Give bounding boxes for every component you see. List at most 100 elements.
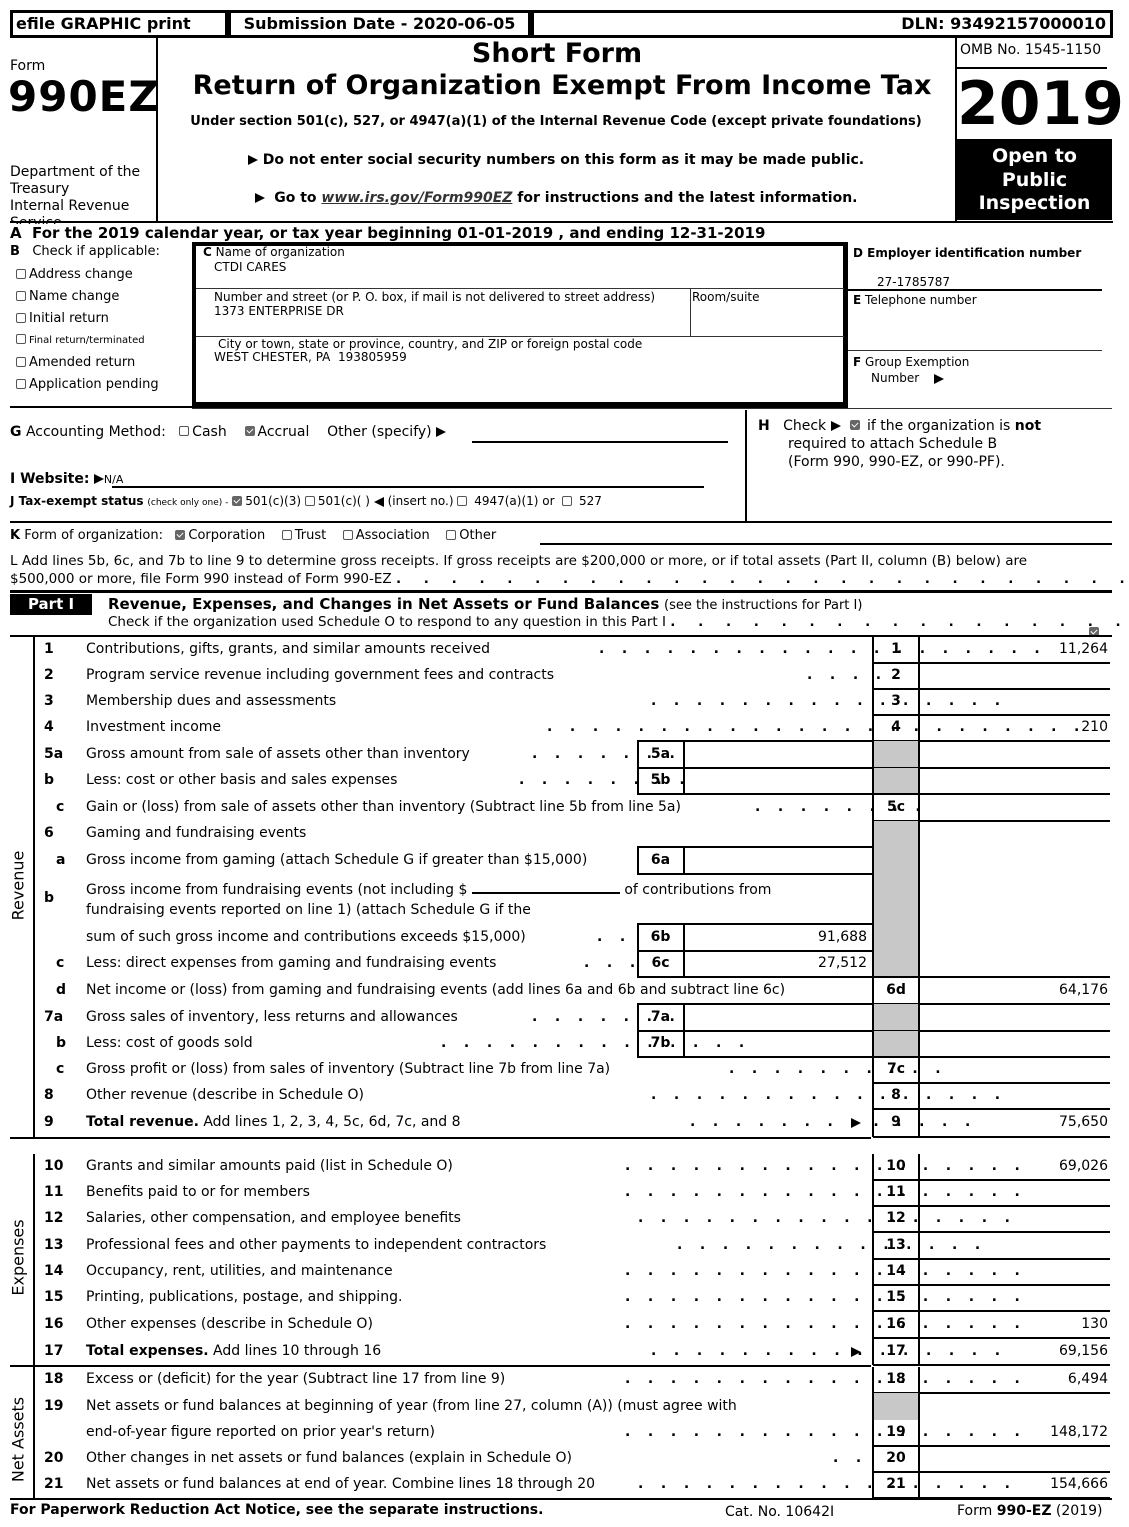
line-14-number: 14	[44, 1263, 64, 1279]
divider	[873, 714, 1110, 716]
ein-value: 27-1785787	[877, 275, 951, 289]
checkbox-initial-return[interactable]: Initial return	[16, 308, 159, 330]
line-19-box-label: 19	[886, 1424, 906, 1440]
line-17-amount[interactable]: 69,156	[919, 1343, 1108, 1359]
checkbox-accrual[interactable]: Accrual	[244, 424, 309, 440]
line-15-description: Printing, publications, postage, and shi…	[86, 1289, 403, 1305]
line-20-description: Other changes in net assets or fund bala…	[86, 1450, 572, 1466]
line-7c-description: Gross profit or (loss) from sales of inv…	[86, 1061, 611, 1077]
line-13-box-label: 13	[886, 1236, 906, 1253]
checkbox-corporation[interactable]: Corporation	[175, 528, 265, 543]
shaded-cell	[874, 741, 918, 768]
checkbox-association[interactable]: Association	[342, 528, 430, 543]
checkbox-trust[interactable]: Trust	[281, 528, 326, 543]
line-16-amount[interactable]: 130	[919, 1316, 1108, 1332]
line-13-description: Professional fees and other payments to …	[86, 1236, 547, 1253]
divider	[637, 767, 873, 769]
line-6d-amount[interactable]: 64,176	[919, 982, 1108, 998]
line-10-amount[interactable]: 69,026	[919, 1158, 1108, 1174]
checkbox-cash[interactable]: Cash	[179, 424, 227, 440]
city-state-zip: WEST CHESTER, PA 193805959	[214, 350, 407, 364]
leader-dots: . .	[833, 1450, 869, 1466]
section-b-title: B Check if applicable:	[10, 244, 160, 259]
line-9-description: Total revenue. Add lines 1, 2, 3, 4, 5c,…	[86, 1114, 461, 1130]
irs-link[interactable]: www.irs.gov/Form990EZ	[321, 190, 512, 206]
shaded-cell	[874, 951, 918, 977]
line-5c-description: Gain or (loss) from sale of assets other…	[86, 798, 681, 815]
accounting-method: G Accounting Method: Cash Accrual Other …	[10, 424, 447, 440]
checkbox-501c[interactable]: 501(c)( )	[304, 494, 370, 508]
divider	[196, 288, 844, 289]
line-2-number: 2	[44, 667, 54, 683]
arrow-left-icon	[373, 496, 384, 507]
checkbox-501c3[interactable]: 501(c)(3)	[232, 494, 301, 508]
line-7a-sub-box-label: 7a	[650, 1008, 671, 1025]
line-18-amount[interactable]: 6,494	[919, 1371, 1108, 1387]
checkbox-address-change[interactable]: Address change	[16, 264, 159, 286]
line-6b-sub-box-label: 6b	[650, 928, 671, 945]
line-10-number: 10	[44, 1158, 64, 1174]
divider	[33, 1154, 35, 1366]
checkbox-other[interactable]: Other	[446, 528, 496, 543]
line-6c-description: Less: direct expenses from gaming and fu…	[86, 955, 497, 971]
street-address: 1373 ENTERPRISE DR	[214, 304, 344, 318]
leader-dots: . . . . . . . . . . . . . . . .	[651, 693, 1008, 709]
divider	[873, 1082, 1110, 1084]
shaded-cell	[874, 1031, 918, 1057]
line-19-amount[interactable]: 148,172	[919, 1424, 1108, 1440]
checkbox-4947[interactable]: 4947(a)(1) or	[457, 494, 555, 508]
leader-dots: . . .	[584, 955, 643, 971]
line-6c-sub-box-label: 6c	[651, 955, 670, 971]
line-6a-description: Gross income from gaming (attach Schedul…	[86, 851, 588, 868]
line-6d-number: d	[56, 981, 67, 998]
line-14-description: Occupancy, rent, utilities, and maintena…	[86, 1263, 393, 1279]
divider	[918, 847, 920, 874]
line-6b-sub-amount[interactable]: 91,688	[684, 929, 867, 945]
organization-box	[192, 242, 848, 408]
arrow-icon	[851, 1346, 861, 1357]
line-6c-sub-amount[interactable]: 27,512	[684, 955, 867, 971]
department: Department of the Treasury Internal Reve…	[10, 164, 141, 224]
divider	[918, 874, 920, 924]
line-5a-number: 5a	[44, 745, 64, 762]
line-21-amount[interactable]: 154,666	[919, 1476, 1108, 1492]
line-6b-description-cont: sum of such gross income and contributio…	[86, 928, 526, 945]
line-8-description: Other revenue (describe in Schedule O)	[86, 1087, 364, 1103]
divider	[918, 1393, 920, 1420]
divider	[873, 1205, 1110, 1207]
arrow-icon	[247, 155, 258, 165]
checkbox-schedule-b[interactable]	[849, 420, 860, 430]
line-18-box-label: 18	[886, 1371, 906, 1387]
line-5c-number: c	[56, 798, 65, 815]
line-6a-number: a	[56, 851, 66, 868]
checkbox-final-return[interactable]: Final return/terminated	[16, 330, 159, 352]
leader-dots: . . . . . . . . . . . . . . . . . .	[625, 1289, 1028, 1305]
divider	[637, 923, 873, 925]
line-16-box-label: 16	[886, 1315, 906, 1332]
line-5a-sub-box-label: 5a	[650, 745, 671, 762]
arrow-icon	[254, 193, 265, 203]
divider	[873, 1179, 1110, 1181]
other-method-input[interactable]	[472, 441, 728, 443]
line-15-number: 15	[44, 1289, 64, 1305]
other-org-input[interactable]	[540, 543, 1112, 545]
line-9-amount[interactable]: 75,650	[919, 1114, 1108, 1130]
divider	[918, 951, 920, 977]
divider	[10, 521, 1112, 523]
subtitle: Under section 501(c), 527, or 4947(a)(1)…	[190, 114, 922, 129]
not-including-input[interactable]	[471, 880, 620, 894]
checkbox-527[interactable]: 527	[562, 494, 602, 508]
line-4-amount[interactable]: 210	[919, 719, 1108, 735]
divider	[10, 590, 1112, 593]
line-3-box-label: 3	[891, 693, 901, 709]
checkbox-name-change[interactable]: Name change	[16, 286, 159, 308]
line-21-number: 21	[44, 1476, 64, 1492]
shaded-cell	[874, 768, 918, 794]
line-2-box-label: 2	[891, 667, 901, 683]
line-2-description: Program service revenue including govern…	[86, 667, 555, 683]
divider	[918, 924, 920, 951]
checkbox-amended-return[interactable]: Amended return	[16, 352, 159, 374]
line-1-amount[interactable]: 11,264	[919, 641, 1108, 657]
expenses-side-label: Expenses	[8, 1219, 28, 1296]
checkbox-application-pending[interactable]: Application pending	[16, 374, 159, 396]
